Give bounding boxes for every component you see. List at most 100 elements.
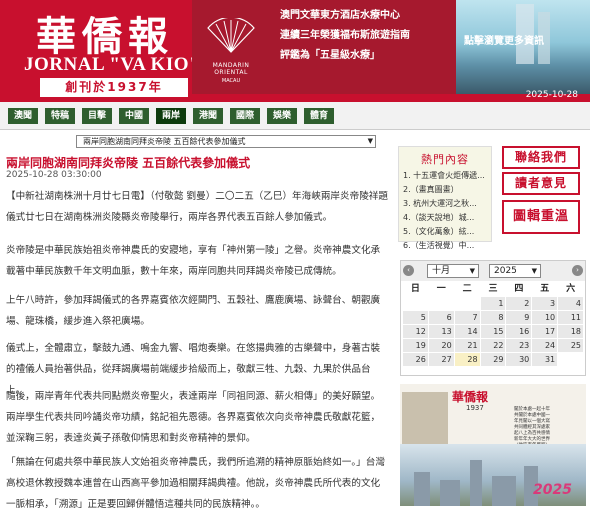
main-nav: 澳聞 特稿 目擊 中國 兩岸 港聞 國際 娛樂 體育 (0, 102, 590, 130)
calendar-day[interactable]: 24 (532, 339, 558, 352)
fan-icon (207, 16, 255, 53)
calendar-day[interactable]: 3 (532, 297, 558, 310)
banner-ad[interactable]: MANDARIN ORIENTAL MACAU 澳門文華東方酒店水療中心 連續三… (192, 0, 590, 94)
calendar-empty-cell (428, 297, 454, 310)
popular-item[interactable]: 1. 十五運會火炬傳遞... (403, 170, 487, 181)
article-paragraph: 隨後，兩岸青年代表共同點燃炎帝聖火，表達兩岸「同祖同源、薪火相傳」的美好願望。兩… (6, 391, 381, 444)
nav-item-macau[interactable]: 澳聞 (8, 108, 38, 124)
nav-item-international[interactable]: 國際 (230, 108, 260, 124)
skyline-building (470, 460, 482, 506)
article-paragraph: 【中新社湖南株洲十月廿七日電】（付敬懿 劉曼）二〇二五（乙巳）年海峽兩岸炎帝陵祥… (6, 191, 388, 223)
ad-photo[interactable]: 點擊瀏覽更多資訊 (456, 0, 590, 94)
article-date: 2025-10-28 03:30:00 (6, 170, 102, 180)
article-paragraph: 上午八時許，參加拜謁儀式的各界嘉賓依次經闕門、五穀社、鷹鹿廣場、詠聲台、朝觀廣場… (6, 295, 381, 327)
calendar-day[interactable]: 31 (532, 353, 558, 366)
popular-item[interactable]: 3. 杭州大運河之秋... (403, 198, 487, 209)
calendar-weekday: 五 (540, 284, 550, 294)
photo-archive-button[interactable]: 圖輯重溫 (502, 200, 580, 234)
calendar-day[interactable]: 10 (532, 311, 558, 324)
calendar-day[interactable]: 20 (428, 339, 454, 352)
chevron-down-icon: ▼ (469, 267, 475, 275)
founded-tagline: 創刊於1937年 (40, 78, 188, 97)
calendar-empty-cell (403, 297, 428, 310)
reader-feedback-button[interactable]: 讀者意見 (502, 172, 580, 195)
site-header: 華僑報 JORNAL "VA KIO" 創刊於1937年 MANDARIN OR… (0, 0, 590, 102)
popular-item[interactable]: 6.（生活視覺）中... (403, 240, 487, 251)
calendar-weekday: 三 (488, 284, 498, 294)
ad-more-info-text: 點擊瀏覽更多資訊 (464, 36, 544, 47)
calendar-day[interactable]: 5 (403, 311, 428, 324)
article-select-value: 兩岸同胞湖南同拜炎帝陵 五百餘代表參加儀式 (83, 137, 246, 146)
calendar-day[interactable]: 15 (480, 325, 506, 338)
calendar-day[interactable]: 17 (532, 325, 558, 338)
popular-content-title: 熱門內容 (421, 153, 469, 166)
calendar-day[interactable]: 8 (480, 311, 506, 324)
ad-brand-sub: MACAU (221, 78, 241, 84)
popular-item[interactable]: 4.（談天說地）城... (403, 212, 487, 223)
calendar-empty-cell (454, 297, 480, 310)
ad-headline-1: 澳門文華東方酒店水療中心 (280, 10, 400, 21)
article-paragraph: 炎帝陵是中華民族始祖炎帝神農氏的安寢地，享有「神州第一陵」之譽。炎帝神農文化承載… (6, 245, 381, 277)
calendar-day[interactable]: 4 (558, 297, 583, 310)
calendar-day[interactable]: 12 (403, 325, 428, 338)
chevron-down-icon: ▼ (531, 267, 537, 275)
calendar-day[interactable]: 13 (428, 325, 454, 338)
calendar-grid: 日一二三四五六 1 2 3 4 5 6 7 8 9 10 11 12 13 14 15 16 17 18 19 20 21… (401, 281, 585, 368)
article-select[interactable]: 兩岸同胞湖南同拜炎帝陵 五百餘代表參加儀式 ▼ (76, 135, 376, 148)
next-month-icon[interactable]: › (572, 265, 583, 276)
promo-banner[interactable]: 華僑報 1937 聞於本處一起十年 共聞於本處中國一 年見聞以一個大寫 共同體經… (400, 384, 586, 506)
logo-english[interactable]: JORNAL "VA KIO" (24, 54, 200, 76)
calendar-day[interactable]: 9 (506, 311, 532, 324)
prev-month-icon[interactable]: ‹ (403, 265, 414, 276)
calendar-day[interactable]: 18 (558, 325, 583, 338)
ad-brand: MANDARIN ORIENTAL (212, 62, 250, 76)
calendar-day[interactable]: 6 (428, 311, 454, 324)
calendar-day[interactable]: 28 (454, 353, 480, 366)
calendar-day[interactable]: 23 (506, 339, 532, 352)
promo-logo: 華僑報 (452, 390, 489, 404)
calendar-day[interactable]: 11 (558, 311, 583, 324)
article-paragraph: 「無論在何處共祭中華民族人文始祖炎帝神農氏，我們所追溯的精神原脈始終如一。」台灣… (6, 457, 385, 509)
nav-item-cross-strait[interactable]: 兩岸 (156, 108, 186, 124)
calendar-header: ‹ 十月 ▼ 2025 ▼ › (401, 261, 585, 281)
calendar-day[interactable]: 21 (454, 339, 480, 352)
calendar: ‹ 十月 ▼ 2025 ▼ › 日一二三四五六 1 2 3 4 5 6 7 8 9 10 11 12 13… (400, 260, 586, 376)
calendar-day[interactable]: 26 (403, 353, 428, 366)
popular-item[interactable]: 2.（畫真圖畫） (403, 184, 487, 195)
calendar-day[interactable]: 22 (480, 339, 506, 352)
month-select[interactable]: 十月 ▼ (427, 264, 479, 278)
calendar-day[interactable]: 27 (428, 353, 454, 366)
nav-item-witness[interactable]: 目擊 (82, 108, 112, 124)
calendar-day[interactable]: 2 (506, 297, 532, 310)
calendar-day[interactable]: 30 (506, 353, 532, 366)
popular-item[interactable]: 5.（文化萬象）絃... (403, 226, 487, 237)
calendar-day[interactable]: 1 (480, 297, 506, 310)
ad-headline-3: 評鑑為「五星級水療」 (280, 50, 380, 61)
calendar-day[interactable]: 19 (403, 339, 428, 352)
calendar-weekday: 日 (410, 284, 420, 294)
promo-year-badge: 2025 (533, 482, 572, 498)
header-date: 2025-10-28 (525, 90, 578, 100)
nav-item-entertainment[interactable]: 娛樂 (267, 108, 297, 124)
year-select[interactable]: 2025 ▼ (489, 264, 541, 278)
nav-item-features[interactable]: 特稿 (45, 108, 75, 124)
contact-us-button[interactable]: 聯絡我們 (502, 146, 580, 169)
calendar-day[interactable]: 14 (454, 325, 480, 338)
skyline-building (414, 472, 430, 506)
nav-item-sports[interactable]: 體育 (304, 108, 334, 124)
calendar-weekday: 六 (566, 284, 576, 294)
nav-item-china[interactable]: 中國 (119, 108, 149, 124)
calendar-day[interactable]: 25 (558, 339, 583, 352)
skyline-building (440, 480, 460, 506)
calendar-day[interactable]: 29 (480, 353, 506, 366)
calendar-day[interactable]: 7 (454, 311, 480, 324)
calendar-weekday: 一 (436, 284, 446, 294)
nav-item-hk[interactable]: 港聞 (193, 108, 223, 124)
mandarin-oriental-logo: MANDARIN ORIENTAL MACAU (200, 6, 262, 88)
calendar-day[interactable]: 16 (506, 325, 532, 338)
chevron-down-icon: ▼ (367, 137, 373, 145)
year-select-value: 2025 (494, 266, 517, 276)
calendar-weekday: 二 (462, 284, 472, 294)
ad-headline-2: 連續三年榮獲福布斯旅遊指南 (280, 30, 410, 41)
article-title: 兩岸同胞湖南同拜炎帝陵 五百餘代表參加儀式 (6, 156, 251, 170)
